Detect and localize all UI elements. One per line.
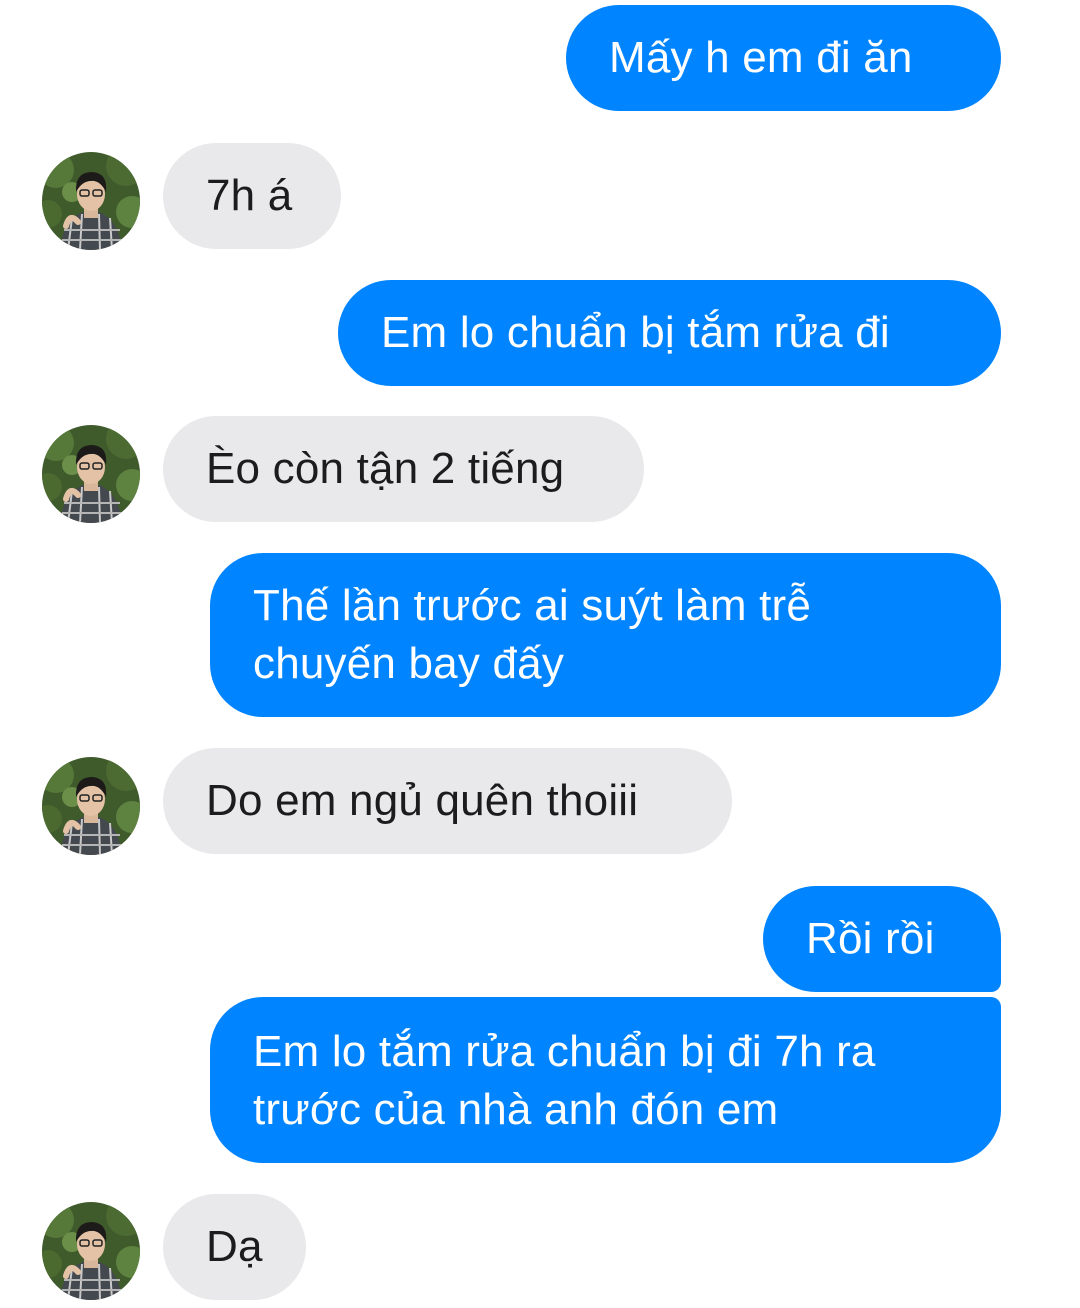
- message-text: Rồi rồi: [806, 914, 935, 963]
- message-bubble-outgoing[interactable]: Thế lần trước ai suýt làm trễ chuyến bay…: [210, 553, 1001, 717]
- contact-avatar[interactable]: [42, 757, 140, 855]
- message-text: Em lo chuẩn bị tắm rửa đi: [381, 308, 890, 357]
- contact-avatar[interactable]: [42, 152, 140, 250]
- user-photo-avatar-icon: [42, 1202, 140, 1300]
- message-text: Do em ngủ quên thoiii: [206, 776, 639, 825]
- message-text-line: Thế lần trước ai suýt làm trễ: [253, 581, 812, 630]
- message-text-line: Em lo tắm rửa chuẩn bị đi 7h ra: [253, 1027, 876, 1076]
- user-photo-avatar-icon: [42, 152, 140, 250]
- message-text: 7h á: [206, 171, 293, 220]
- user-photo-avatar-icon: [42, 757, 140, 855]
- message-text-line: trước của nhà anh đón em: [253, 1085, 779, 1134]
- message-bubble-outgoing[interactable]: Em lo tắm rửa chuẩn bị đi 7h ra trước củ…: [210, 997, 1001, 1163]
- message-bubble-outgoing[interactable]: Rồi rồi: [763, 886, 1001, 992]
- message-text: Mấy h em đi ăn: [609, 33, 913, 82]
- message-bubble-outgoing[interactable]: Em lo chuẩn bị tắm rửa đi: [338, 280, 1001, 386]
- message-bubble-incoming[interactable]: 7h á: [163, 143, 341, 249]
- message-bubble-incoming[interactable]: Do em ngủ quên thoiii: [163, 748, 732, 854]
- contact-avatar[interactable]: [42, 1202, 140, 1300]
- message-text-line: chuyến bay đấy: [253, 639, 565, 688]
- message-bubble-incoming[interactable]: Dạ: [163, 1194, 306, 1300]
- message-bubble-outgoing[interactable]: Mấy h em đi ăn: [566, 5, 1001, 111]
- contact-avatar[interactable]: [42, 425, 140, 523]
- user-photo-avatar-icon: [42, 425, 140, 523]
- message-text: Èo còn tận 2 tiếng: [206, 444, 565, 493]
- message-text: Dạ: [206, 1222, 263, 1271]
- message-bubble-incoming[interactable]: Èo còn tận 2 tiếng: [163, 416, 644, 522]
